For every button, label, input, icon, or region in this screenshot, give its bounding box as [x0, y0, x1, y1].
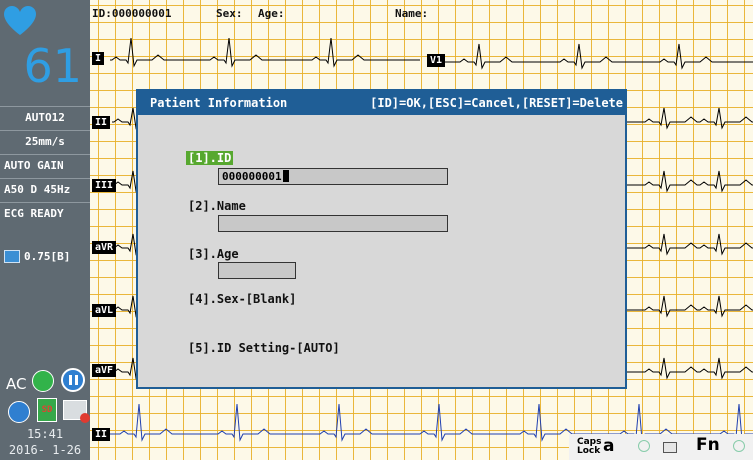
patient-header: ID:000000001 Sex: Age: Name:: [90, 0, 753, 26]
age-field-label: [3].Age: [188, 247, 239, 261]
sd-card-icon: SD: [37, 398, 57, 422]
caps-lock-letter: a: [603, 436, 615, 456]
printer-icon[interactable]: [63, 400, 90, 423]
lead-label-rhythm: II: [92, 428, 111, 441]
lead-label-v1: V1: [427, 54, 446, 67]
pause-icon[interactable]: [61, 368, 85, 392]
name-input[interactable]: [218, 215, 448, 232]
lead-label-iii: III: [92, 179, 117, 192]
id-setting[interactable]: [5].ID Setting-[AUTO]: [188, 341, 340, 355]
sidebar: 61 AUTO12 25mm/s AUTO GAIN A50 D 45Hz EC…: [0, 0, 90, 460]
battery-value: 0.75[B]: [24, 250, 71, 263]
trace-v1: [445, 43, 753, 70]
patient-info-dialog: Patient Information [ID]=OK,[ESC]=Cancel…: [136, 89, 627, 389]
ecg-status: ECG READY: [0, 202, 90, 225]
text-cursor: [282, 170, 289, 182]
name-field-label: [2].Name: [188, 199, 246, 213]
dialog-title-bar: Patient Information [ID]=OK,[ESC]=Cancel…: [138, 91, 625, 115]
id-field-label: [1].ID: [186, 151, 234, 165]
caps-lock-indicator: Caps Lock: [577, 437, 602, 456]
patient-id: ID:000000001: [92, 7, 172, 20]
fn-key-indicator: Fn: [696, 435, 720, 455]
id-input[interactable]: 000000001: [218, 168, 448, 185]
status-tray: Caps Lock a Fn: [569, 434, 753, 460]
speed-indicator[interactable]: 25mm/s: [0, 130, 90, 153]
lead-label-ii: II: [92, 116, 111, 129]
age-input[interactable]: [218, 262, 296, 279]
trace-i: [110, 37, 420, 68]
power-plug-icon: [32, 370, 54, 392]
sex-setting[interactable]: [4].Sex-[Blank]: [188, 292, 296, 306]
mode-indicator[interactable]: AUTO12: [0, 106, 90, 129]
trace-right-3: [627, 295, 753, 318]
battery-indicator: 0.75[B]: [4, 250, 70, 263]
trace-right-4: [627, 357, 753, 380]
input-status-icon: [638, 440, 650, 452]
filter-indicator[interactable]: A50 D 45Hz: [0, 178, 90, 201]
network-status-icon: [733, 440, 745, 452]
keyboard-icon: [663, 442, 677, 453]
dialog-key-hint: [ID]=OK,[ESC]=Cancel,[RESET]=Delete: [370, 96, 623, 110]
heart-rate-value: 61: [23, 39, 82, 93]
clock-date: 2016- 1-26: [8, 443, 82, 457]
speaker-icon[interactable]: [8, 401, 30, 423]
lead-label-avf: aVF: [92, 364, 117, 377]
trace-right-2: [627, 233, 753, 256]
sex-label: Sex:: [216, 7, 243, 20]
name-label: Name:: [395, 7, 429, 20]
lead-label-avl: aVL: [92, 304, 117, 317]
monitor-icon: [4, 250, 20, 263]
clock-time: 15:41: [26, 427, 64, 441]
lead-label-avr: aVR: [92, 241, 117, 254]
dialog-title: Patient Information: [150, 96, 288, 110]
lead-label-i: I: [92, 52, 105, 65]
trace-right-0: [627, 107, 753, 130]
heart-icon: [4, 6, 36, 35]
trace-right-1: [627, 170, 753, 193]
gain-indicator[interactable]: AUTO GAIN: [0, 154, 90, 177]
age-label: Age:: [258, 7, 285, 20]
ac-power-label: AC: [6, 375, 27, 393]
